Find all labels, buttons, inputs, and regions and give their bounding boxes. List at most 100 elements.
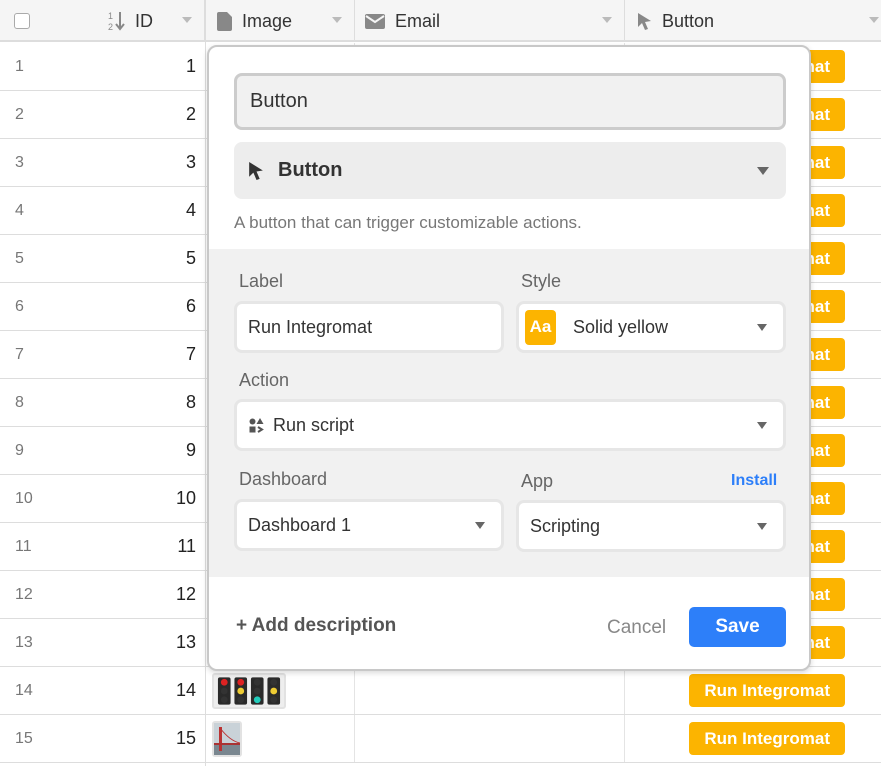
row-number: 8 [15,393,24,411]
svg-text:2: 2 [108,22,113,32]
row-number: 7 [15,345,24,363]
install-link[interactable]: Install [731,472,777,490]
row-number: 12 [15,585,33,603]
row-number-cell: 88 [0,379,205,426]
column-divider [205,0,206,766]
row-number-cell: 55 [0,235,205,282]
button-settings-panel: Label Run Integromat Style Aa Solid yell… [209,249,809,577]
row-number: 2 [15,105,24,123]
id-value[interactable]: 12 [176,584,196,605]
table-row[interactable]: 15 15 Run Integromat [0,715,881,763]
id-value[interactable]: 5 [186,248,196,269]
row-number-cell: 13 13 [0,619,205,666]
save-button[interactable]: Save [689,607,786,647]
header-label: Email [395,10,441,31]
app-select[interactable]: Scripting [516,500,786,552]
action-select[interactable]: Run script [234,399,786,451]
bridge-thumbnail[interactable] [212,720,242,757]
image-cell[interactable] [205,715,355,762]
table-row[interactable]: 14 14 Run Integromat [0,667,881,715]
row-number-cell: 14 14 [0,667,205,714]
button-label-value: Run Integromat [248,316,373,337]
header-id-column[interactable]: 12 ID [0,0,205,42]
sort-numeric-icon: 12 [108,10,126,32]
action-value: Run script [273,414,355,435]
add-description-button[interactable]: + Add description [236,615,396,637]
style-select[interactable]: Aa Solid yellow [516,301,786,353]
column-menu-caret-icon[interactable] [332,17,342,23]
envelope-icon [365,13,385,29]
id-value[interactable]: 8 [186,392,196,413]
chevron-down-icon [757,167,769,175]
app-field-label: App [521,471,554,491]
column-menu-caret-icon[interactable] [602,17,612,23]
row-number-cell: 11 [0,43,205,90]
file-icon [217,11,232,31]
grid-header: 12 ID Image Email Button [0,0,881,42]
id-value[interactable]: 13 [176,632,196,653]
row-number: 9 [15,441,24,459]
chevron-down-icon [757,324,767,331]
row-number-cell: 33 [0,139,205,186]
row-number: 5 [15,249,24,267]
row-number: 10 [15,489,33,507]
cancel-button[interactable]: Cancel [607,617,666,639]
row-number: 3 [15,153,24,171]
email-cell[interactable] [355,715,625,762]
row-number-cell: 77 [0,331,205,378]
svg-text:1: 1 [108,11,113,21]
button-cell: Run Integromat [625,715,881,762]
row-number: 11 [15,537,32,555]
run-integromat-button[interactable]: Run Integromat [689,722,845,755]
cursor-icon [637,12,652,31]
field-config-dialog: Button Button A button that can trigger … [207,45,811,671]
column-menu-caret-icon[interactable] [869,17,879,23]
header-label: Image [242,10,293,31]
id-value[interactable]: 3 [186,152,196,173]
style-value: Solid yellow [573,316,669,337]
row-number: 13 [15,633,33,651]
id-value[interactable]: 7 [186,344,196,365]
header-button-column[interactable]: Button [625,0,881,42]
row-number: 14 [15,681,33,699]
app-value: Scripting [530,515,601,536]
header-image-column[interactable]: Image [205,0,355,42]
image-cell[interactable] [205,667,355,714]
row-number-cell: 99 [0,427,205,474]
column-menu-caret-icon[interactable] [182,17,192,23]
id-value[interactable]: 6 [186,296,196,317]
field-name-input[interactable]: Button [234,73,786,130]
id-value[interactable]: 9 [186,440,196,461]
id-value[interactable]: 10 [176,488,196,509]
row-number-cell: 15 15 [0,715,205,762]
id-value[interactable]: 15 [176,728,196,749]
row-number-cell: 10 10 [0,475,205,522]
row-number-cell: 11 11 [0,523,205,570]
style-swatch: Aa [525,309,556,345]
button-label-input[interactable]: Run Integromat [234,301,504,353]
id-value[interactable]: 11 [177,536,196,557]
row-number-cell: 44 [0,187,205,234]
id-value[interactable]: 14 [176,680,196,701]
id-value[interactable]: 2 [186,104,196,125]
email-cell[interactable] [355,667,625,714]
select-all-checkbox[interactable] [14,13,30,29]
label-field-label: Label [239,271,284,291]
action-field-label: Action [239,370,290,390]
run-integromat-button[interactable]: Run Integromat [689,674,845,707]
row-number: 1 [15,57,24,75]
chevron-down-icon [475,522,485,529]
row-number: 15 [15,729,33,747]
row-number-cell: 22 [0,91,205,138]
chevron-down-icon [757,523,767,530]
dashboard-value: Dashboard 1 [248,514,352,535]
field-type-select[interactable]: Button [234,142,786,199]
id-value[interactable]: 4 [186,200,196,221]
script-icon [249,417,264,433]
row-number-cell: 12 12 [0,571,205,618]
id-value[interactable]: 1 [186,56,196,77]
dashboard-select[interactable]: Dashboard 1 [234,499,504,551]
header-email-column[interactable]: Email [355,0,625,42]
traffic-lights-thumbnail[interactable] [212,672,286,709]
row-number: 6 [15,297,24,315]
